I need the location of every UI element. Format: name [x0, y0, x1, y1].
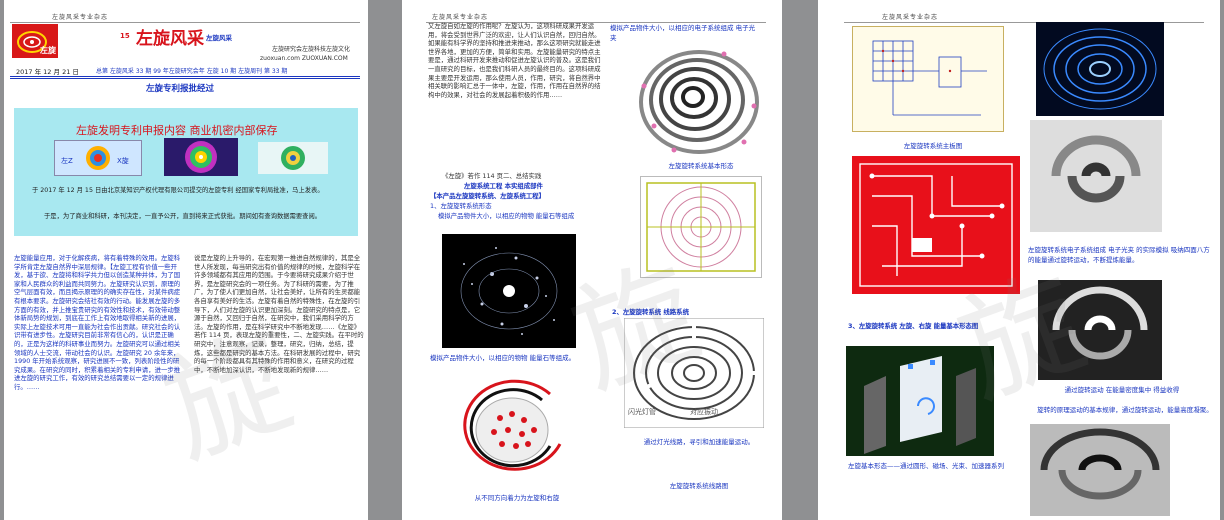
bottom-swirl-figure — [1030, 424, 1170, 516]
divider — [10, 22, 360, 23]
maze-label-2: 对应振动 — [690, 407, 718, 416]
swirl-image-icon — [185, 141, 217, 173]
box-paragraph-1: 于 2017 年 12 月 15 日由北京某知识产权代理有限公司提交的左旋专利 … — [32, 187, 324, 194]
red-spiral-image-icon — [463, 379, 562, 471]
box-paragraph-2: 于是，为了商业和科研，本刊决定，一直予公开，直到将来正式获批。期间如有查询数据需… — [44, 213, 322, 220]
intro-text: 又左旋自如左旋的作用呢？左旋认为，这项科研成果开发运用，将会受到世界广泛的欢迎，… — [428, 22, 601, 99]
magazine-title: 左旋风采 — [136, 29, 204, 49]
box-title: 左旋发明专利申报内容 商业机密内部保存 — [76, 124, 278, 137]
grey-swirl-figure — [1030, 120, 1162, 232]
page-header: 左旋风采专业杂志 — [882, 14, 939, 21]
patent-notice-box: 左旋发明专利申报内容 商业机密内部保存 左Z X旋 于 2017 年 12 月 … — [14, 108, 358, 236]
swirl-image-icon — [281, 146, 305, 170]
caption-bottom: 左旋旋转系统线路图 — [669, 482, 729, 490]
schematic-icon — [872, 40, 987, 116]
svg-text:X旋: X旋 — [117, 156, 129, 165]
red-spiral-figure — [450, 374, 574, 484]
divider — [10, 76, 360, 77]
swirl-image-icon: 左Z X旋 — [61, 146, 129, 170]
caption-circuit: 通过灯光线路，寻引和加速能量运动。 — [643, 438, 755, 446]
swirl-image-icon — [1051, 135, 1141, 203]
item-1-title: 1、左旋旋转系统形态 — [430, 202, 492, 210]
svg-text:左Z: 左Z — [61, 156, 73, 165]
magazine-title-sub: 左旋风采 — [206, 34, 232, 42]
spiral-image-icon — [639, 50, 759, 154]
blue-rings-figure — [1036, 22, 1164, 116]
caption-machine: 左旋基本形态——通过圆形、磁场、光束、加速器系列 — [848, 462, 1004, 470]
section-heading: 《左旋》若作 114 页二、总结实践 — [442, 172, 542, 180]
divider — [10, 78, 360, 79]
section-subheading: 左旋系统工程 本实组成部件 — [464, 182, 543, 190]
document-page-3: 左旋风采专业杂志 左旋旋转系统主板图 左旋旋转系统电子系统组成 电子光夹 的实际… — [818, 0, 1220, 520]
circuit-schematic-figure — [852, 26, 1004, 132]
spiral-figure-top — [634, 46, 764, 158]
section-subheading-2: 【本产品左旋旋转系统、左旋系统工程】 — [430, 192, 546, 200]
logo-text: 左旋 — [40, 46, 56, 55]
item-1-desc: 模拟产品物件大小，以相应的物物 能量石等组成 — [438, 212, 575, 220]
publish-date: 2017 年 12 月 21 日 — [16, 68, 79, 76]
image-middle-color-swirl — [164, 138, 238, 176]
url-line: zuoxuan.com ZUOXUAN.COM — [260, 55, 348, 62]
issue-line: 总第 左旋风采 33 期 99 年左旋研究会年 左旋 10 期 左旋周刊 第 3… — [96, 68, 288, 75]
document-page-1: 左旋风采专业杂志 左旋 15 左旋风采 左旋风采 左旋研究会左旋科技左旋文化 z… — [4, 0, 368, 520]
subtitle-right: 左旋研究会左旋科技左旋文化 — [272, 46, 351, 53]
swirl-image-icon — [1040, 428, 1160, 500]
caption-swirl-2: 旋转的原理运动的基本规律，通过旋转运动，能量高度凝聚。 — [1037, 406, 1213, 414]
magazine-logo: 左旋 — [12, 24, 58, 58]
caption-spiral-form: 左旋旋转系统基本形态 — [668, 162, 734, 170]
image-right-green-swirl — [258, 142, 328, 174]
document-page-2: 左旋风采专业杂志 又左旋自如左旋的作用呢？左旋认为，这项科研成果开发运用，将会受… — [402, 0, 782, 520]
section-title: 左旋专利报批经过 — [146, 84, 215, 94]
caption-right-top: 模拟产品物件大小，以相应的电子系统组成 电子光夹 — [610, 24, 756, 42]
caption-galaxy: 模拟产品物件大小，以相应的物物 能量石等组成。 — [430, 354, 576, 362]
caption-red-spiral: 从不同方向着力为左旋和右旋 — [474, 494, 560, 502]
rings-image-icon — [1043, 28, 1157, 110]
page-header: 左旋风采专业杂志 — [432, 14, 489, 21]
issue-number: 15 — [120, 32, 130, 40]
page-header: 左旋风采专业杂志 — [52, 14, 109, 21]
caption-board: 左旋旋转系统主板图 — [903, 142, 963, 150]
image-left-zr-swirl: 左Z X旋 — [54, 140, 142, 176]
